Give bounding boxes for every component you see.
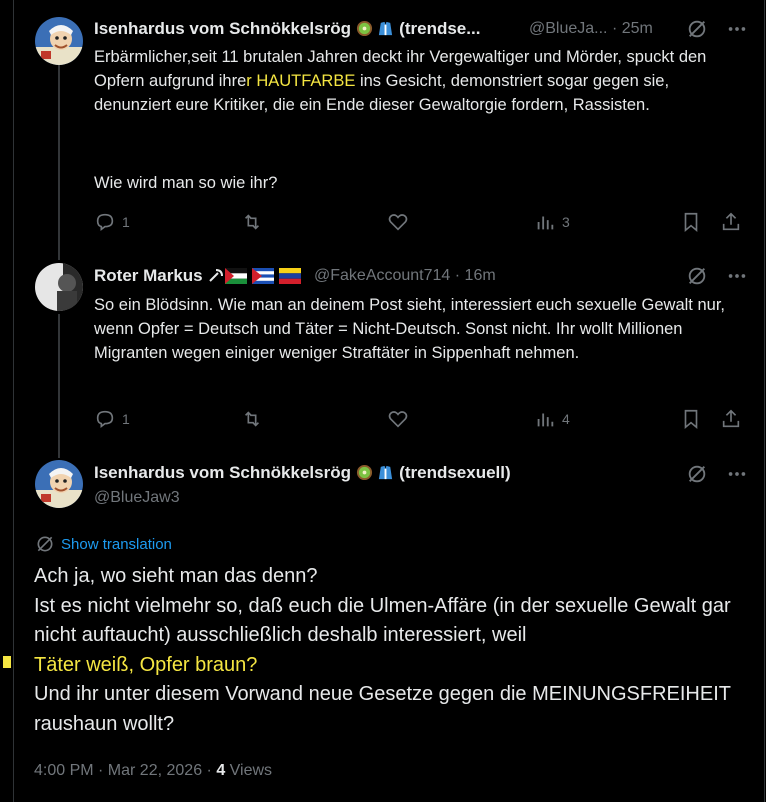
thread-connector [58,314,60,458]
flag-cuba-icon [252,268,275,289]
heart-icon [388,411,408,428]
reply-button[interactable]: 1 [94,211,130,233]
flag-palestine-icon [225,268,248,289]
reply-icon [96,213,114,231]
more-icon[interactable] [726,18,748,45]
hammer-sickle-icon [207,266,225,289]
timestamp-link[interactable]: 4:00 PM · Mar 22, 2026 · [34,762,216,779]
views-button[interactable]: 4 [534,408,570,430]
main-tweet-text: Ach ja, wo sieht man das denn? Ist es ni… [34,565,731,735]
reply-icon [96,410,114,428]
avatar[interactable] [35,263,83,311]
kiwi-emoji-icon [356,464,373,486]
author-handle[interactable]: @BlueJaw3 [94,489,180,507]
share-button[interactable] [720,408,742,430]
share-icon [722,409,740,428]
heart-icon [388,214,408,231]
repost-icon [244,411,260,427]
bookmark-button[interactable] [680,408,702,430]
tweet-text: Erbärmlicher,seit 11 brutalen Jahren dec… [94,48,707,114]
author-name[interactable]: Isenhardus vom Schnökkelsrög (trendsexue… [94,463,511,486]
author-name[interactable]: Isenhardus vom Schnökkelsrög (trendse... [94,19,480,42]
grok-icon[interactable] [686,18,708,45]
reply-button[interactable]: 1 [94,408,130,430]
more-icon[interactable] [726,463,748,490]
lab-coat-emoji-icon [377,20,394,42]
views-count: 4 [216,762,226,779]
show-translation-link[interactable]: Show translation [35,534,172,554]
views-icon [537,413,554,427]
like-button[interactable] [387,408,409,430]
author-handle-time[interactable]: @BlueJa... · 25m [529,20,653,38]
share-icon [722,212,740,231]
grok-icon[interactable] [686,463,708,490]
author-handle-time[interactable]: @FakeAccount714 · 16m [314,267,496,285]
more-icon[interactable] [726,265,748,292]
avatar[interactable] [35,17,83,65]
repost-icon [244,214,260,230]
avatar[interactable] [35,460,83,508]
translate-icon [37,536,53,552]
repost-button[interactable] [241,408,263,430]
bookmark-icon [684,409,698,430]
share-button[interactable] [720,211,742,233]
like-button[interactable] [387,211,409,233]
lab-coat-emoji-icon [377,464,394,486]
repost-button[interactable] [241,211,263,233]
thread-connector [58,44,60,260]
views-icon [537,216,554,230]
highlight-marker [3,656,11,668]
grok-icon[interactable] [686,265,708,292]
tweet-metadata: 4:00 PM · Mar 22, 2026 · 4 Views [34,762,273,779]
views-button[interactable]: 3 [534,211,570,233]
bookmark-button[interactable] [680,211,702,233]
tweet-text-line: Wie wird man so wie ihr? [94,174,278,192]
tweet-actions: 1 3 [94,211,744,235]
kiwi-emoji-icon [356,20,373,42]
tweet-actions: 1 4 [94,408,744,432]
author-name[interactable]: Roter Markus [94,266,301,289]
flag-venezuela-icon [278,268,301,289]
bookmark-icon [684,212,698,233]
tweet-text: So ein Blödsinn. Wie man an deinem Post … [94,296,725,362]
